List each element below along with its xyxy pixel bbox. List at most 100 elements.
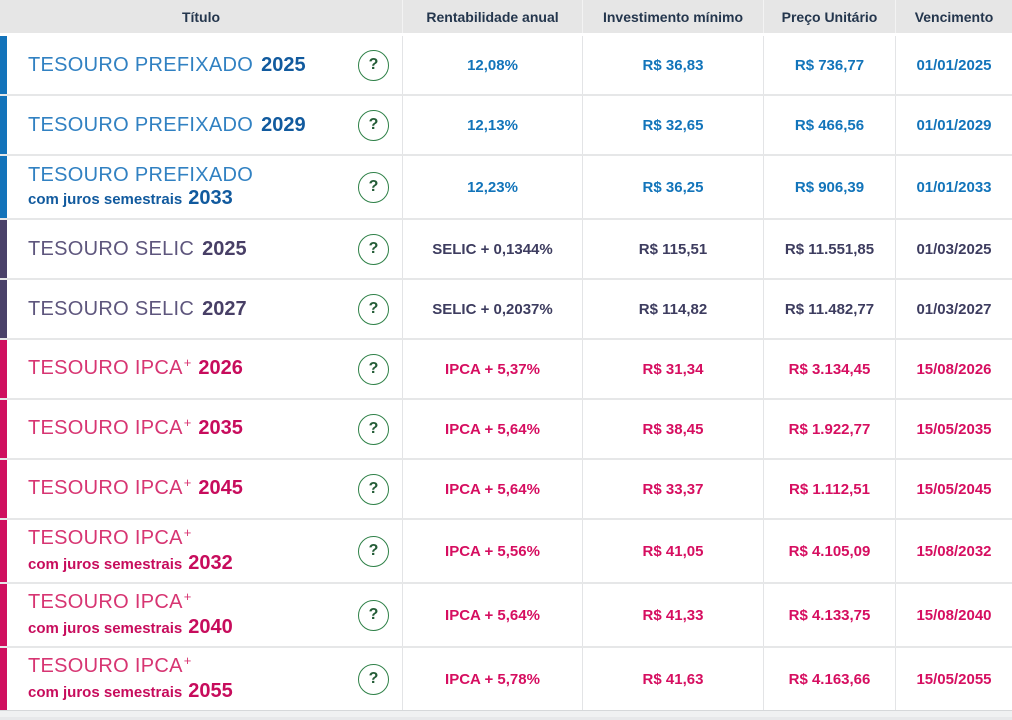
help-icon[interactable]: ?	[358, 663, 389, 695]
title-line2: com juros semestrais 2033	[28, 187, 254, 211]
table-row[interactable]: TESOURO IPCA + 2035 ? IPCA + 5,64% R$ 38,…	[0, 400, 1012, 458]
bond-color-bar	[0, 220, 7, 278]
bond-color-bar	[0, 648, 7, 710]
bond-title: TESOURO IPCA + 2045	[28, 475, 243, 501]
help-icon[interactable]: ?	[358, 473, 389, 505]
help-icon[interactable]: ?	[358, 49, 389, 81]
bond-color-bar	[0, 520, 7, 582]
title-name: TESOURO IPCA	[28, 477, 183, 499]
cell-vencimento: 01/01/2025	[895, 36, 1012, 94]
bond-title: TESOURO PREFIXADO 2025	[28, 54, 306, 76]
title-sup: +	[183, 524, 192, 540]
bond-color-bar	[0, 340, 7, 398]
table-row[interactable]: TESOURO SELIC 2027 ? SELIC + 0,2037% R$ …	[0, 280, 1012, 338]
bond-title: TESOURO IPCA + com juros semestrais 2055	[28, 653, 233, 704]
help-icon[interactable]: ?	[358, 233, 389, 265]
cell-vencimento: 15/05/2035	[895, 400, 1012, 458]
table-row[interactable]: TESOURO IPCA + 2045 ? IPCA + 5,64% R$ 33,…	[0, 460, 1012, 518]
help-icon[interactable]: ?	[358, 353, 389, 385]
title-name: TESOURO IPCA	[28, 357, 183, 379]
cell-investimento: R$ 36,25	[582, 156, 763, 218]
table-row[interactable]: TESOURO PREFIXADO com juros semestrais 2…	[0, 156, 1012, 218]
title-year-line2: 2055	[188, 679, 233, 702]
page-background-strip	[0, 711, 1012, 720]
title-line1: TESOURO SELIC 2027	[28, 298, 247, 320]
title-year-inline: 2027	[202, 298, 247, 320]
table-row[interactable]: TESOURO IPCA + com juros semestrais 2055 …	[0, 648, 1012, 710]
title-name: TESOURO PREFIXADO	[28, 54, 254, 76]
cell-titulo: TESOURO SELIC 2027 ?	[0, 280, 402, 338]
title-name: TESOURO SELIC	[28, 238, 195, 260]
cell-titulo: TESOURO IPCA + 2035 ?	[0, 400, 402, 458]
table-row[interactable]: TESOURO PREFIXADO 2025 ? 12,08% R$ 36,83…	[0, 36, 1012, 94]
title-line1: TESOURO PREFIXADO	[28, 164, 254, 186]
cell-rentabilidade: SELIC + 0,1344%	[402, 220, 582, 278]
title-line1: TESOURO IPCA + 2035	[28, 415, 243, 441]
cell-investimento: R$ 41,63	[582, 648, 763, 710]
title-name: TESOURO SELIC	[28, 298, 195, 320]
table-row[interactable]: TESOURO IPCA + com juros semestrais 2040 …	[0, 584, 1012, 646]
cell-titulo: TESOURO PREFIXADO 2029 ?	[0, 96, 402, 154]
cell-investimento: R$ 31,34	[582, 340, 763, 398]
title-sub: com juros semestrais	[28, 683, 183, 701]
title-sup: +	[183, 475, 192, 490]
help-icon[interactable]: ?	[358, 413, 389, 445]
table-row[interactable]: TESOURO SELIC 2025 ? SELIC + 0,1344% R$ …	[0, 220, 1012, 278]
bond-color-bar	[0, 280, 7, 338]
title-name: TESOURO IPCA	[28, 526, 183, 549]
cell-investimento: R$ 38,45	[582, 400, 763, 458]
title-year-inline: 2029	[261, 114, 306, 136]
cell-investimento: R$ 36,83	[582, 36, 763, 94]
title-line2: com juros semestrais 2040	[28, 616, 233, 640]
title-year-inline: 2045	[198, 477, 243, 499]
cell-titulo: TESOURO IPCA + 2045 ?	[0, 460, 402, 518]
cell-vencimento: 15/08/2040	[895, 584, 1012, 646]
help-icon-text: ?	[368, 360, 379, 377]
title-sup: +	[183, 588, 192, 604]
cell-preco: R$ 4.133,75	[763, 584, 895, 646]
help-icon[interactable]: ?	[358, 535, 389, 567]
cell-titulo: TESOURO PREFIXADO 2025 ?	[0, 36, 402, 94]
help-icon[interactable]: ?	[358, 293, 389, 325]
cell-preco: R$ 1.112,51	[763, 460, 895, 518]
bond-color-bar	[0, 36, 7, 94]
bond-title: TESOURO IPCA + 2035	[28, 415, 243, 441]
table-header: Título Rentabilidade anual Investimento …	[0, 0, 1012, 33]
cell-vencimento: 15/08/2026	[895, 340, 1012, 398]
help-icon[interactable]: ?	[358, 109, 389, 141]
title-line1: TESOURO IPCA + 2045	[28, 475, 243, 501]
table-row[interactable]: TESOURO IPCA + 2026 ? IPCA + 5,37% R$ 31,…	[0, 340, 1012, 398]
cell-rentabilidade: 12,13%	[402, 96, 582, 154]
bond-title: TESOURO IPCA + 2026	[28, 355, 243, 381]
cell-titulo: TESOURO SELIC 2025 ?	[0, 220, 402, 278]
help-icon-text: ?	[368, 300, 379, 317]
column-header-titulo: Título	[181, 8, 221, 25]
title-line1: TESOURO PREFIXADO 2029	[28, 114, 306, 136]
column-header-vencimento: Vencimento	[895, 0, 1012, 33]
table-row[interactable]: TESOURO IPCA + com juros semestrais 2032 …	[0, 520, 1012, 582]
table-rows: TESOURO PREFIXADO 2025 ? 12,08% R$ 36,83…	[0, 36, 1012, 710]
cell-rentabilidade: IPCA + 5,64%	[402, 584, 582, 646]
help-icon[interactable]: ?	[358, 599, 389, 631]
bond-table: Título Rentabilidade anual Investimento …	[0, 0, 1012, 711]
bond-color-bar	[0, 96, 7, 154]
cell-rentabilidade: IPCA + 5,56%	[402, 520, 582, 582]
cell-titulo: TESOURO IPCA + com juros semestrais 2055 …	[0, 648, 402, 710]
bond-color-bar	[0, 400, 7, 458]
cell-rentabilidade: IPCA + 5,64%	[402, 460, 582, 518]
help-icon-text: ?	[368, 116, 379, 133]
cell-preco: R$ 11.482,77	[763, 280, 895, 338]
title-name: TESOURO PREFIXADO	[28, 114, 254, 136]
title-year-line2: 2040	[188, 615, 233, 638]
title-sup: +	[183, 652, 192, 668]
table-row[interactable]: TESOURO PREFIXADO 2029 ? 12,13% R$ 32,65…	[0, 96, 1012, 154]
help-icon[interactable]: ?	[358, 171, 389, 203]
cell-rentabilidade: SELIC + 0,2037%	[402, 280, 582, 338]
title-year-line2: 2033	[188, 186, 233, 209]
cell-preco: R$ 11.551,85	[763, 220, 895, 278]
title-name: TESOURO IPCA	[28, 654, 183, 677]
help-icon-text: ?	[368, 56, 379, 73]
cell-preco: R$ 3.134,45	[763, 340, 895, 398]
cell-vencimento: 01/03/2025	[895, 220, 1012, 278]
cell-vencimento: 15/05/2045	[895, 460, 1012, 518]
